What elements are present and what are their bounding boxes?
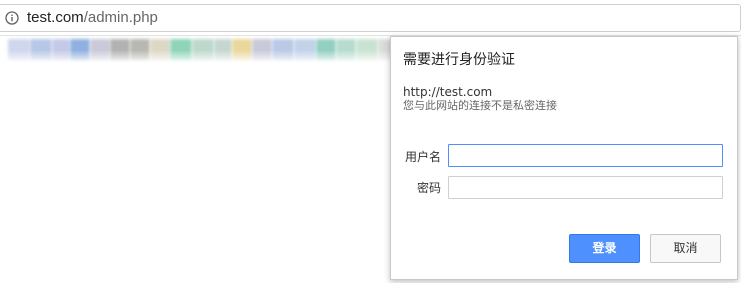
auth-dialog: 需要进行身份验证 http://test.com 您与此网站的连接不是私密连接 … <box>390 36 738 280</box>
address-bar: test.com/admin.php <box>0 0 741 36</box>
cancel-button[interactable]: 取消 <box>650 234 721 263</box>
login-button[interactable]: 登录 <box>569 234 640 263</box>
browser-window: test.com/admin.php 需要进行身份验证 http://test.… <box>0 0 741 283</box>
url-host: test.com <box>27 9 84 26</box>
omnibox[interactable]: test.com/admin.php <box>0 4 741 32</box>
info-icon[interactable] <box>5 11 19 25</box>
username-input[interactable] <box>448 144 723 167</box>
dialog-title: 需要进行身份验证 <box>403 52 515 68</box>
password-label: 密码 <box>416 181 441 195</box>
url-path: /admin.php <box>83 9 158 26</box>
dialog-warning: 您与此网站的连接不是私密连接 <box>403 99 557 112</box>
password-input[interactable] <box>448 176 723 199</box>
bookmarks-fade <box>0 50 390 64</box>
dialog-host: http://test.com <box>403 85 493 99</box>
username-label: 用户名 <box>404 150 441 164</box>
url-text[interactable]: test.com/admin.php <box>27 9 158 27</box>
